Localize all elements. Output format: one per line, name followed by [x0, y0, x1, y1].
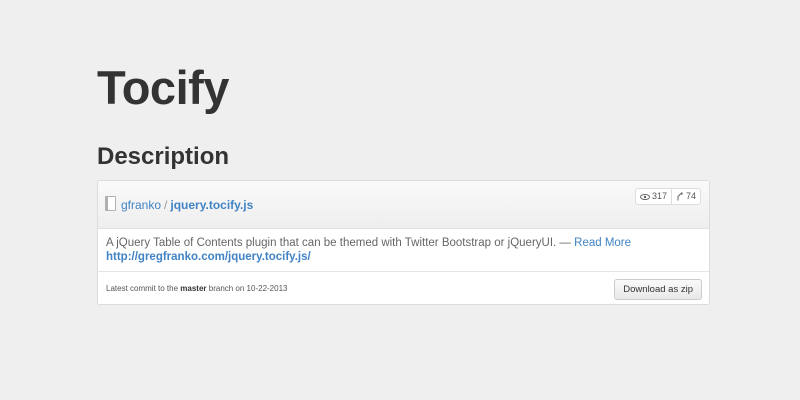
- description-text: A jQuery Table of Contents plugin that c…: [106, 237, 571, 249]
- latest-commit-info: Latest commit to the master branch on 10…: [106, 284, 287, 294]
- watchers-stat[interactable]: 317: [636, 189, 671, 204]
- homepage-link[interactable]: http://gregfranko.com/jquery.tocify.js/: [106, 251, 311, 263]
- repo-icon: [105, 196, 116, 211]
- section-heading-description: Description: [97, 143, 230, 170]
- eye-icon: [639, 193, 650, 200]
- commit-suffix: branch on 10-22-2013: [208, 284, 288, 293]
- branch-name: master: [180, 284, 207, 293]
- repo-owner-link[interactable]: gfranko: [121, 198, 161, 212]
- download-zip-button[interactable]: Download as zip: [614, 279, 702, 300]
- repo-separator: /: [164, 198, 168, 212]
- page-title: Tocify: [97, 61, 229, 114]
- repo-card-footer: Latest commit to the master branch on 10…: [98, 272, 709, 304]
- repo-card: gfranko / jquery.tocify.js 317 74 A jQuery…: [97, 180, 710, 305]
- repo-title: gfranko / jquery.tocify.js: [121, 198, 253, 212]
- read-more-link[interactable]: Read More: [574, 237, 631, 249]
- repo-stats: 317 74: [634, 188, 701, 205]
- commit-prefix: Latest commit to the: [106, 284, 179, 293]
- fork-icon: [677, 192, 683, 201]
- repo-card-header: gfranko / jquery.tocify.js 317 74: [98, 181, 709, 229]
- repo-name-link[interactable]: jquery.tocify.js: [170, 198, 253, 212]
- repo-description: A jQuery Table of Contents plugin that c…: [98, 229, 709, 272]
- forks-stat[interactable]: 74: [670, 189, 700, 204]
- forks-count: 74: [685, 191, 696, 201]
- watchers-count: 317: [651, 191, 667, 201]
